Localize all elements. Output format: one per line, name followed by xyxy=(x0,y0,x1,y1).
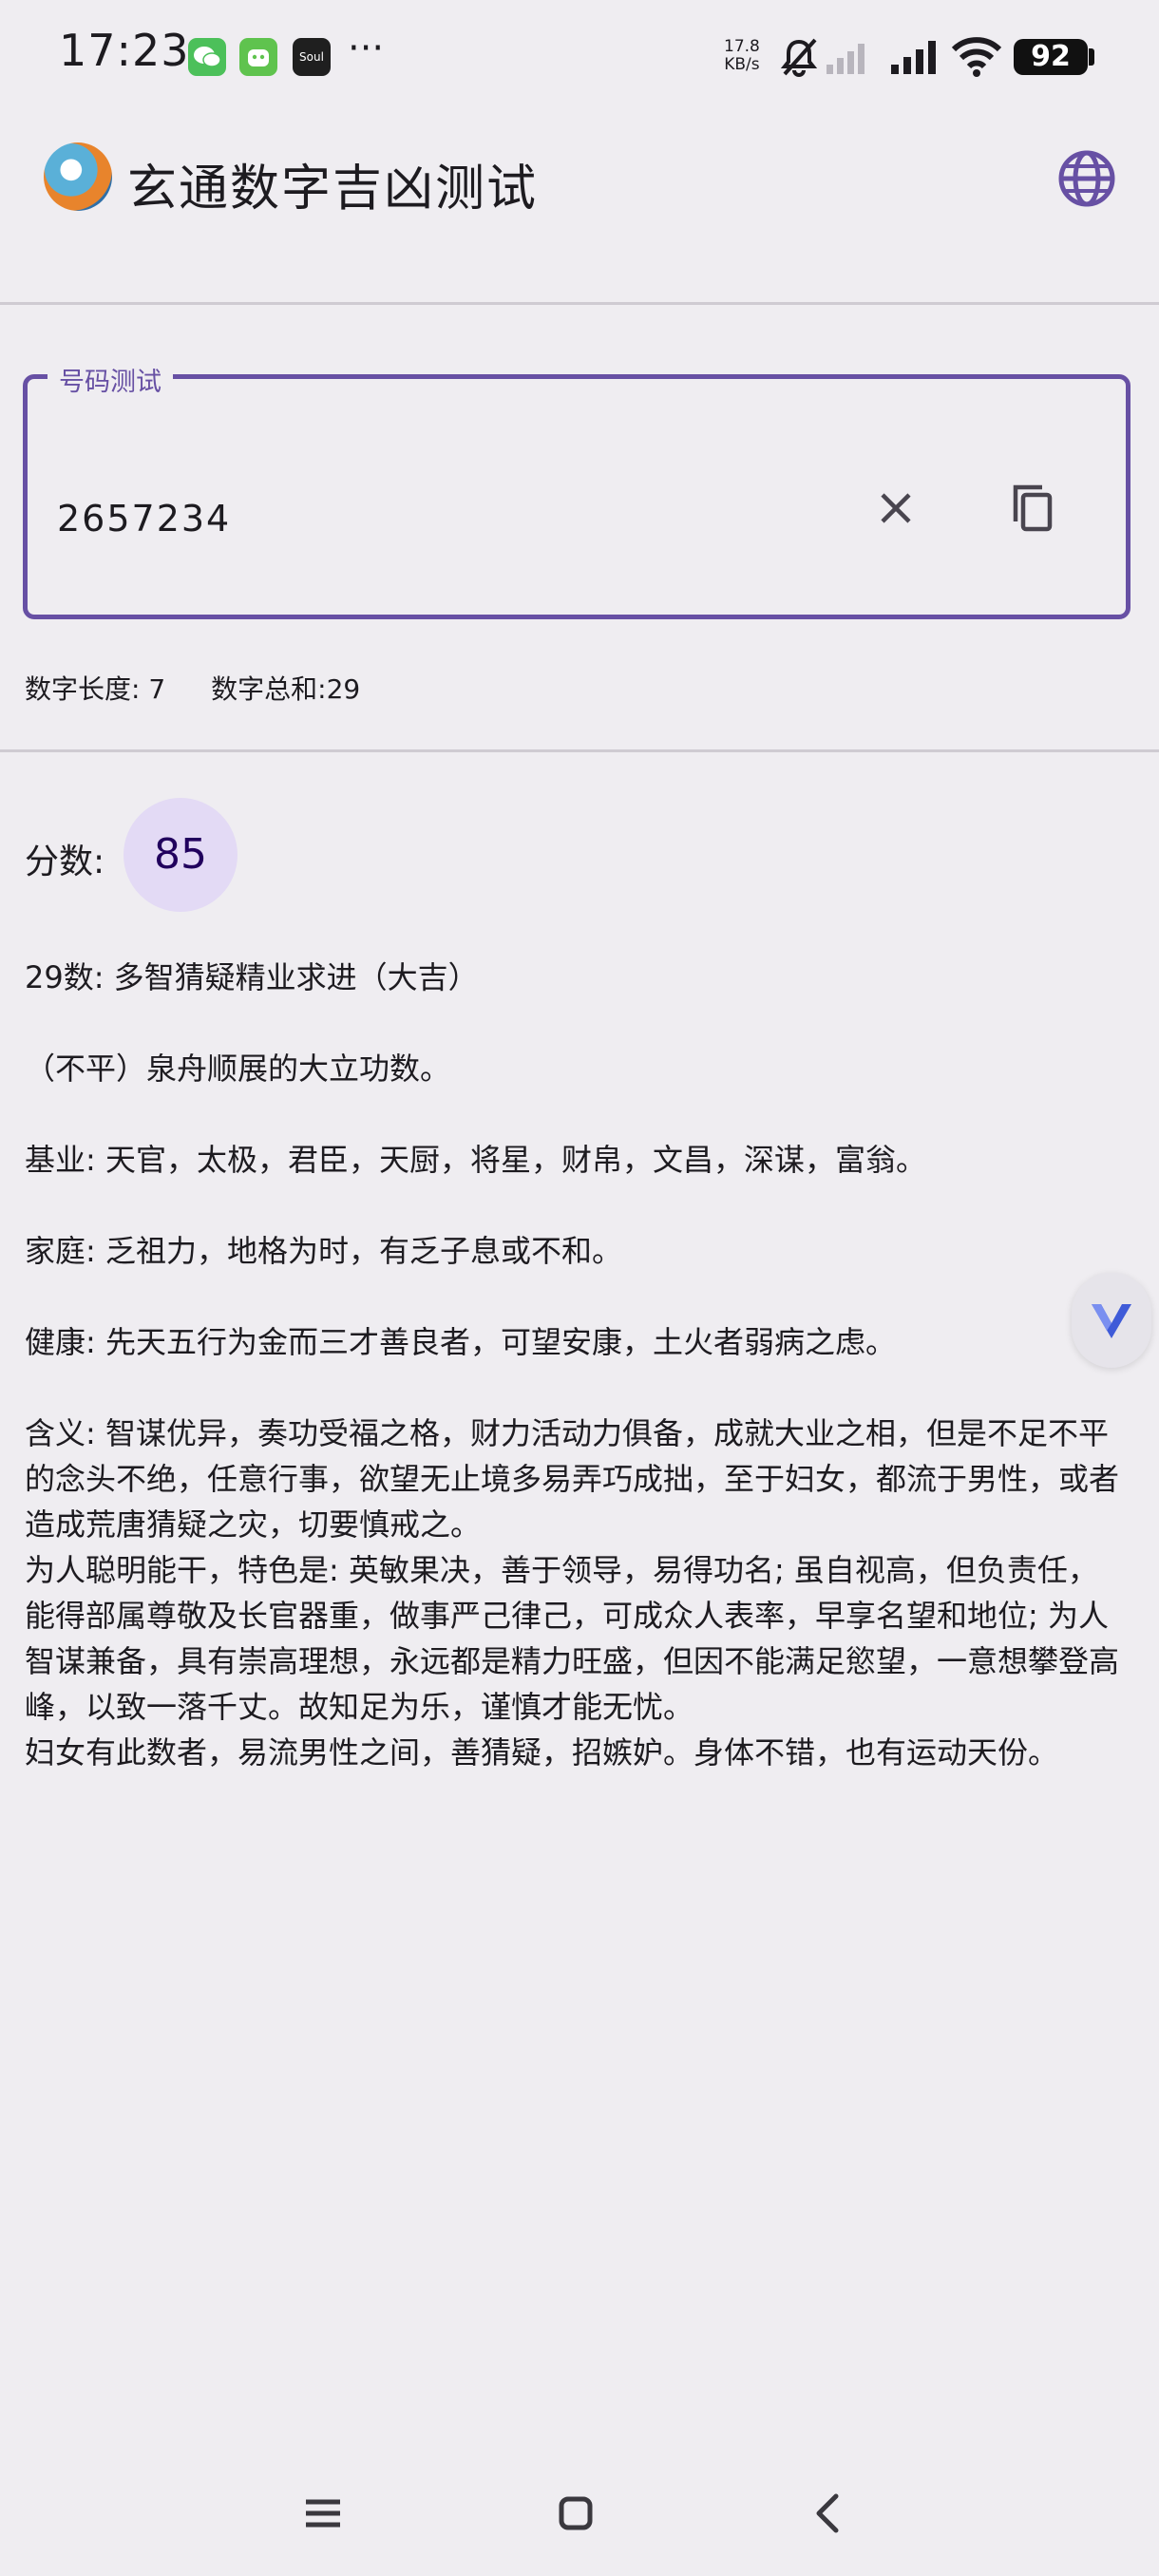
result-health: 健康: 先天五行为金而三才善良者，可望安康，土火者弱病之虑。 xyxy=(25,1324,896,1360)
result-character: 为人聪明能干，特色是: 英敏果决，善于领导，易得功名; 虽自视高，但负责任，能得… xyxy=(25,1552,1120,1725)
battery-icon: 92 xyxy=(1014,39,1088,75)
battery-tip xyxy=(1089,48,1094,66)
v-logo-icon xyxy=(1092,1304,1131,1338)
app-logo-icon xyxy=(44,142,112,211)
floating-assistant-button[interactable] xyxy=(1072,1273,1151,1368)
appbar-divider xyxy=(0,302,1159,305)
network-speed-value: 17.8 xyxy=(724,37,760,56)
number-input-label: 号码测试 xyxy=(48,361,173,398)
score-label: 分数: xyxy=(25,843,105,881)
network-speed: 17.8 KB/s xyxy=(724,38,760,74)
wifi-icon xyxy=(951,37,1002,77)
soul-icon: Soul xyxy=(293,38,331,76)
bell-muted-icon xyxy=(780,38,818,77)
back-icon[interactable] xyxy=(800,2485,857,2542)
status-time: 17:23 xyxy=(59,25,190,76)
signal-weak-icon xyxy=(826,44,864,74)
signal-icon xyxy=(891,41,936,74)
app-title: 玄通数字吉凶测试 xyxy=(127,161,539,218)
digit-length: 数字长度: 7 xyxy=(25,673,166,705)
clear-icon[interactable] xyxy=(869,482,922,535)
result-summary: （不平）泉舟顺展的大立功数。 xyxy=(25,1051,451,1087)
result-heading: 29数: 多智猜疑精业求进（大吉） xyxy=(25,959,479,995)
digit-sum: 数字总和:29 xyxy=(211,673,361,705)
wechat-icon xyxy=(188,38,226,76)
status-bar: 17:23 Soul ··· 17.8 KB/s 92 xyxy=(0,0,1159,114)
app-bar: 玄通数字吉凶测试 xyxy=(0,123,1159,304)
app-icon xyxy=(239,38,277,76)
system-nav-bar xyxy=(0,2451,1159,2576)
digit-stats: 数字长度: 7 数字总和:29 xyxy=(25,669,406,707)
result-content: 29数: 多智猜疑精业求进（大吉） （不平）泉舟顺展的大立功数。 基业: 天官，… xyxy=(25,955,1127,1775)
network-speed-unit: KB/s xyxy=(724,55,760,74)
stats-divider xyxy=(0,749,1159,752)
copy-icon[interactable] xyxy=(1002,478,1065,540)
result-meaning: 含义: 智谋优异，奏功受福之格，财力活动力俱备，成就大业之相，但是不足不平的念头… xyxy=(25,1415,1120,1543)
result-family: 家庭: 乏祖力，地格为时，有乏子息或不和。 xyxy=(25,1233,622,1269)
result-foundation: 基业: 天官，太极，君臣，天厨，将星，财帛，文昌，深谋，富翁。 xyxy=(25,1142,926,1178)
number-input-value[interactable]: 2657234 xyxy=(57,498,231,540)
result-women: 妇女有此数者，易流男性之间，善猜疑，招嫉妒。身体不错，也有运动天份。 xyxy=(25,1734,1059,1771)
menu-icon[interactable] xyxy=(294,2485,352,2542)
language-globe-icon[interactable] xyxy=(1056,148,1117,209)
more-dots-icon: ··· xyxy=(348,27,385,70)
score-badge: 85 xyxy=(124,798,238,912)
home-icon[interactable] xyxy=(547,2485,604,2542)
number-input-field[interactable] xyxy=(23,374,1130,619)
